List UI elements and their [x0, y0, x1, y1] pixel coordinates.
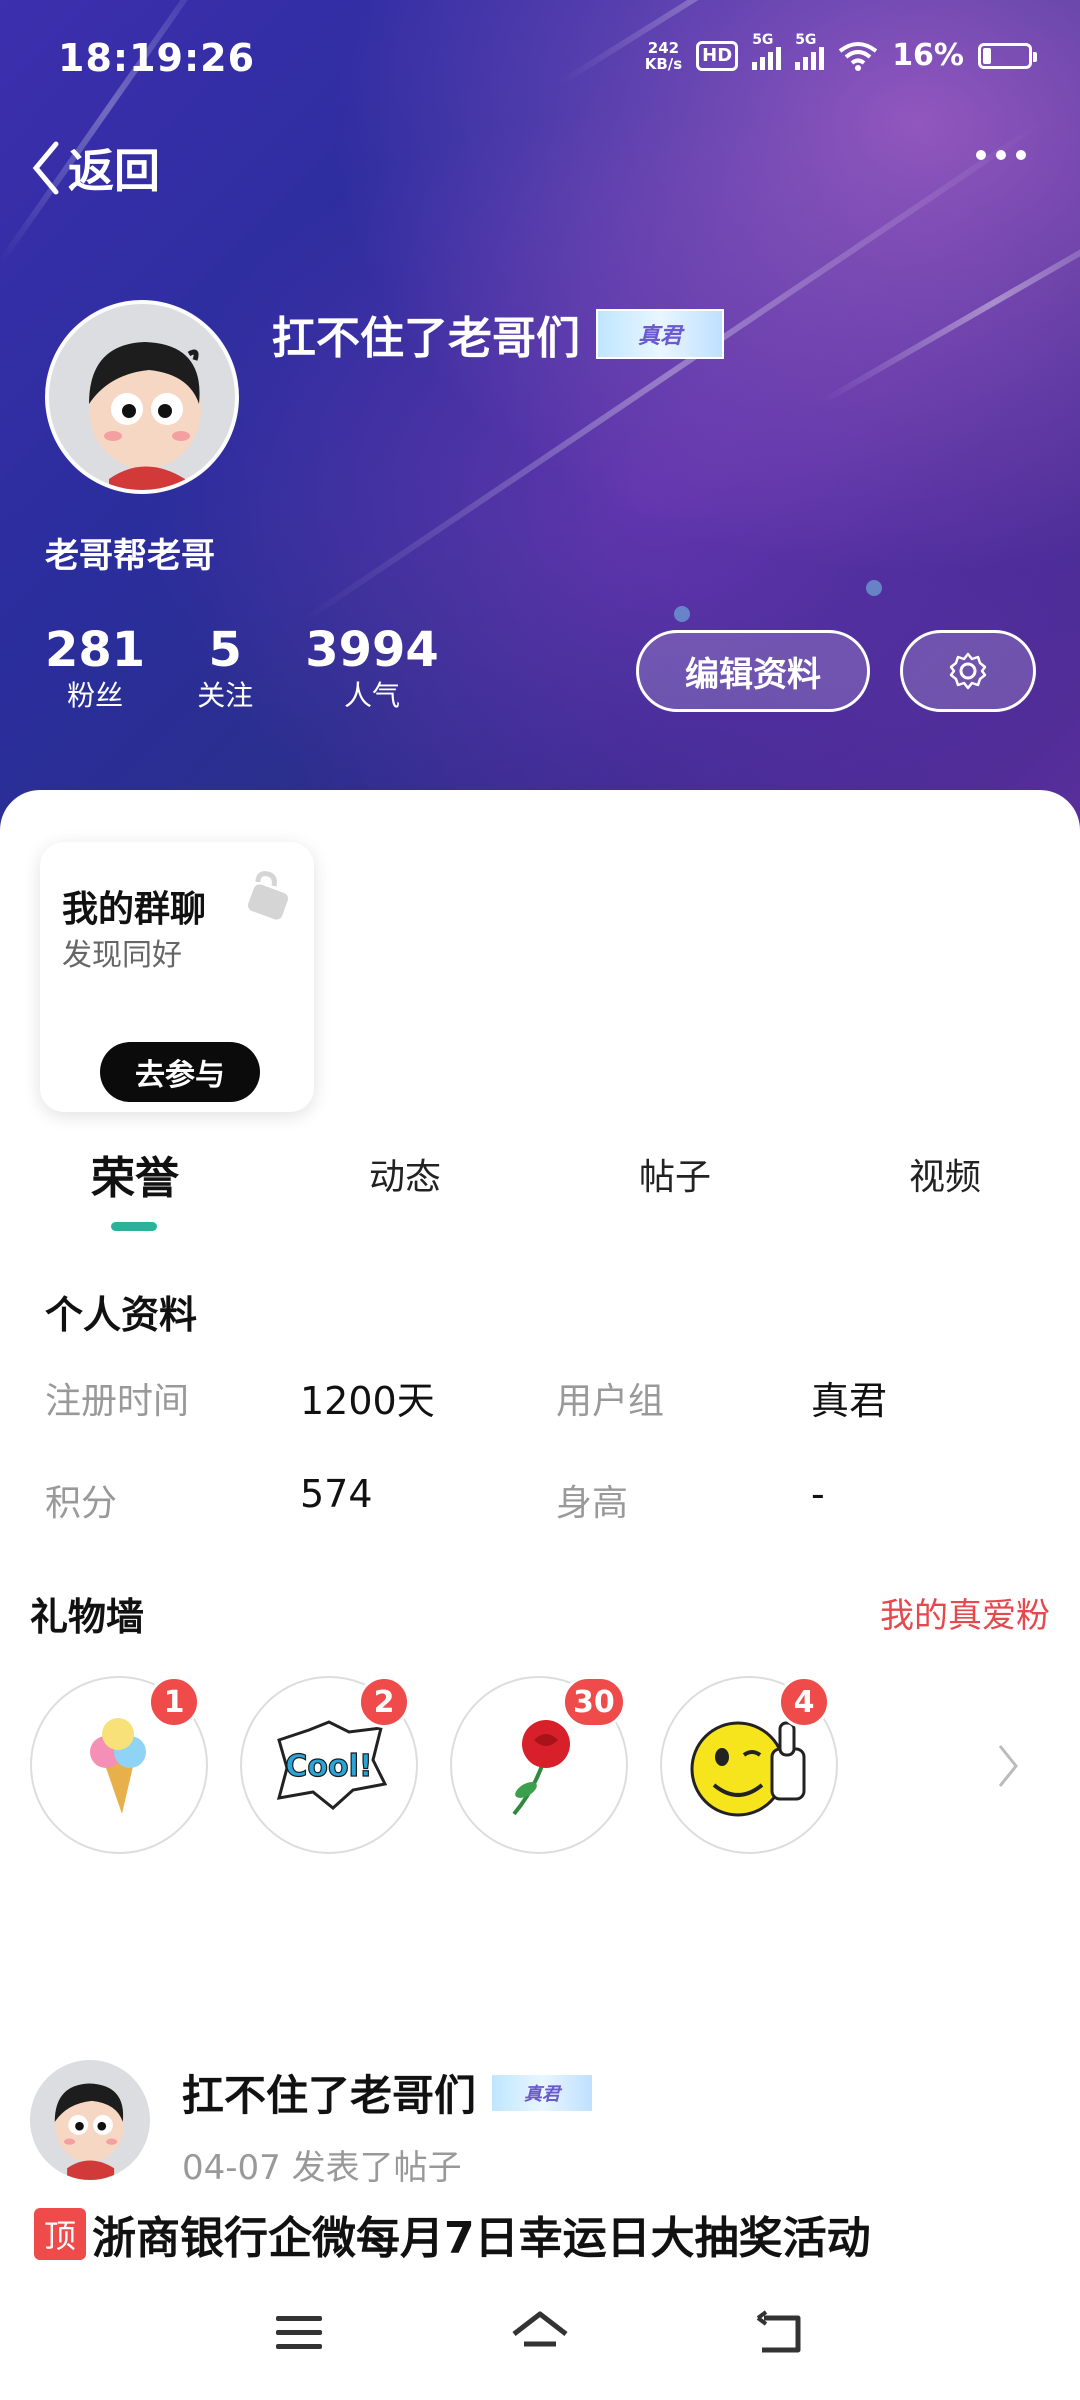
stat-fans[interactable]: 281 粉丝: [45, 622, 145, 714]
home-icon[interactable]: [510, 2310, 570, 2360]
stat-label: 人气: [344, 679, 401, 712]
tab-posts[interactable]: 帖子: [639, 1148, 711, 1200]
status-bar: 18:19:26 242 KB/s HD 5G 5G 16%: [0, 30, 1080, 90]
group-card-subtitle: 发现同好: [62, 938, 182, 973]
back-label: 返回: [68, 144, 160, 198]
decor-dot: [674, 606, 690, 622]
profile-tabs: 荣誉 动态 帖子 视频: [0, 1148, 1080, 1228]
avatar-image: [89, 342, 201, 490]
post-title[interactable]: 顶 浙商银行企微每月7日幸运日大抽奖活动: [34, 2202, 871, 2266]
wifi-icon: [838, 41, 878, 71]
edit-profile-button[interactable]: 编辑资料: [636, 630, 870, 712]
info-value-register-time: 1200天: [300, 1379, 435, 1423]
stat-label: 关注: [197, 679, 254, 712]
avatar[interactable]: [45, 300, 239, 494]
group-chat-card[interactable]: 我的群聊 发现同好 去参与: [40, 842, 314, 1112]
true-fans-link[interactable]: 我的真爱粉: [880, 1588, 1050, 1637]
more-dots-icon: [976, 150, 986, 160]
stat-following[interactable]: 5 关注: [197, 622, 253, 714]
post-author-avatar[interactable]: [30, 2060, 150, 2180]
post-author-name[interactable]: 扛不住了老哥们 真君: [182, 2062, 593, 2123]
pinned-badge: 顶: [34, 2208, 86, 2260]
avatar-image: [54, 2083, 125, 2180]
battery-percent: 16%: [892, 38, 964, 73]
profile-username: 扛不住了老哥们 真君: [272, 302, 724, 366]
join-button[interactable]: 去参与: [100, 1042, 260, 1102]
more-options-button[interactable]: [976, 150, 1026, 160]
info-label-register-time: 注册时间: [45, 1381, 190, 1422]
cool-text: Cool!: [285, 1749, 372, 1784]
signal-icon: 5G: [795, 32, 825, 70]
gift-wall-title: 礼物墙: [30, 1595, 145, 1639]
stat-value: 3994: [305, 622, 439, 678]
lock-tag-icon: [247, 871, 289, 920]
decor-dot: [866, 580, 882, 596]
gift-count-badge: 2: [358, 1676, 410, 1728]
sim2-label: 5G: [795, 31, 817, 48]
title-badge-icon: 真君: [596, 309, 724, 359]
hd-icon: HD: [696, 40, 739, 71]
sim1-label: 5G: [752, 31, 774, 48]
gear-icon: [949, 652, 987, 690]
stat-label: 粉丝: [67, 679, 124, 712]
net-speed: 242 KB/s: [645, 40, 682, 72]
battery-icon: [978, 42, 1037, 69]
gift-count-badge: 4: [778, 1676, 830, 1728]
gift-count-badge: 30: [562, 1676, 626, 1728]
net-speed-unit: KB/s: [644, 54, 683, 73]
post-title-text: 浙商银行企微每月7日幸运日大抽奖活动: [92, 2213, 871, 2264]
post-meta: 04-07 发表了帖子: [182, 2148, 462, 2188]
tab-activity[interactable]: 动态: [369, 1148, 441, 1200]
net-speed-value: 242: [647, 38, 680, 57]
info-label-points: 积分: [45, 1483, 118, 1524]
info-label-height: 身高: [556, 1483, 629, 1524]
personal-info-title: 个人资料: [45, 1293, 198, 1337]
stat-value: 281: [45, 622, 146, 678]
stat-value: 5: [208, 622, 242, 678]
info-label-user-group: 用户组: [556, 1381, 665, 1422]
active-tab-indicator: [111, 1222, 157, 1231]
stat-popularity: 3994 人气: [305, 622, 439, 714]
info-value-points: 574: [300, 1472, 373, 1516]
username-text: 扛不住了老哥们: [272, 313, 580, 364]
status-time: 18:19:26: [58, 36, 256, 80]
light-streak: [818, 200, 1080, 406]
status-icons: 242 KB/s HD 5G 5G 16%: [645, 32, 1037, 73]
tab-honor[interactable]: 荣誉: [91, 1142, 179, 1206]
chevron-left-icon: [32, 141, 59, 195]
group-card-title: 我的群聊: [62, 889, 207, 930]
chevron-right-icon[interactable]: [994, 1742, 1022, 1790]
post-author-text: 扛不住了老哥们: [182, 2071, 477, 2120]
rose-icon: [512, 1720, 570, 1816]
profile-stats: 281 粉丝 5 关注 3994 人气: [45, 622, 491, 714]
tab-videos[interactable]: 视频: [909, 1148, 981, 1200]
back-nav-icon[interactable]: [754, 2310, 806, 2356]
signal-icon: 5G: [752, 32, 782, 70]
info-value-user-group: 真君: [811, 1379, 888, 1423]
back-button[interactable]: 返回: [30, 135, 160, 201]
profile-subtitle: 老哥帮老哥: [45, 536, 215, 576]
cool-icon: Cool!: [276, 1720, 388, 1810]
menu-icon[interactable]: [274, 2310, 324, 2356]
gift-count-badge: 1: [148, 1676, 200, 1728]
light-streak: [298, 117, 1048, 626]
info-value-height: -: [811, 1472, 825, 1516]
settings-button[interactable]: [900, 630, 1036, 712]
title-badge-icon: 真君: [492, 2074, 593, 2111]
ice-cream-icon: [90, 1718, 146, 1814]
